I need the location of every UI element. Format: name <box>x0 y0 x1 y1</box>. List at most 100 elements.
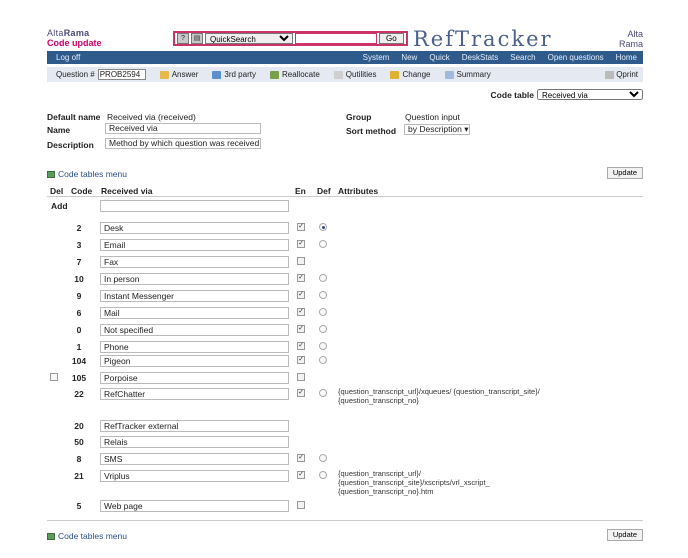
code-tables-menu-link-bottom[interactable]: Code tables menu <box>47 531 127 541</box>
brand-alta: Alta <box>47 28 64 38</box>
row-code: 0 <box>76 325 82 335</box>
row-name-input[interactable]: Vriplus <box>100 470 289 482</box>
qprint-button[interactable]: Qprint <box>605 70 638 79</box>
row-code: 8 <box>76 454 82 464</box>
nav-new[interactable]: New <box>401 53 417 62</box>
header-name: Received via <box>101 186 153 196</box>
row-name-input[interactable]: Email <box>100 239 289 251</box>
default-radio[interactable] <box>319 389 327 397</box>
group-label: Group <box>346 112 372 122</box>
default-radio[interactable] <box>319 471 327 479</box>
search-input[interactable] <box>295 33 377 44</box>
header-del: Del <box>50 186 64 196</box>
default-radio[interactable] <box>319 308 327 316</box>
nav-deskstats[interactable]: DeskStats <box>462 53 498 62</box>
default-radio[interactable] <box>319 240 327 248</box>
printer-icon <box>605 70 615 79</box>
row-code: 5 <box>76 501 82 511</box>
summary-icon <box>444 70 454 79</box>
row-name-input[interactable]: Desk <box>100 222 289 234</box>
reallocate-button[interactable]: Reallocate <box>269 70 320 79</box>
row-code: 10 <box>74 274 84 284</box>
default-name-value: Received via (received) <box>107 112 196 122</box>
third-party-button[interactable]: 3rd party <box>212 70 256 79</box>
enabled-checkbox[interactable]: ✓ <box>297 291 305 299</box>
row-name-input[interactable]: Pigeon <box>100 355 289 367</box>
nav-home[interactable]: Home <box>616 53 637 62</box>
enabled-checkbox[interactable]: ✓ <box>297 223 305 231</box>
default-radio[interactable] <box>319 325 327 333</box>
row-name-input[interactable]: SMS <box>100 453 289 465</box>
enabled-checkbox[interactable]: ✓ <box>297 389 305 397</box>
logoff-link[interactable]: Log off <box>56 53 80 62</box>
default-radio[interactable] <box>319 342 327 350</box>
search-type-select[interactable]: QuickSearch <box>205 33 293 44</box>
header-code: Code <box>71 186 93 196</box>
enabled-checkbox[interactable]: ✓ <box>297 308 305 316</box>
summary-button[interactable]: Summary <box>444 70 491 79</box>
header-divider <box>47 196 643 197</box>
enabled-checkbox[interactable] <box>297 257 305 265</box>
row-name-input[interactable]: Relais <box>100 436 289 448</box>
row-code: 1 <box>76 342 82 352</box>
table-header: Del Code Received via En Def Attributes <box>47 184 643 196</box>
update-button-bottom[interactable]: Update <box>606 529 643 541</box>
enabled-checkbox[interactable]: ✓ <box>297 240 305 248</box>
update-button-top[interactable]: Update <box>606 167 643 179</box>
row-name-input[interactable]: Instant Messenger <box>100 290 289 302</box>
enabled-checkbox[interactable] <box>297 373 305 381</box>
answer-button[interactable]: Answer <box>159 70 198 79</box>
default-radio[interactable] <box>319 356 327 364</box>
default-radio[interactable] <box>319 291 327 299</box>
row-name-input[interactable]: Fax <box>100 256 289 268</box>
reftracker-logo: RefTracker <box>413 27 553 51</box>
enabled-checkbox[interactable]: ✓ <box>297 471 305 479</box>
altarama-logo: Alta Rama <box>619 29 643 49</box>
enabled-checkbox[interactable]: ✓ <box>297 325 305 333</box>
row-code: 50 <box>74 437 84 447</box>
quicksearch-bar: ? ▤ QuickSearch Go <box>173 31 408 46</box>
brand-rama: Rama <box>63 28 90 38</box>
row-name-input[interactable]: Phone <box>100 341 289 353</box>
qutilities-button[interactable]: Qutilities <box>333 70 376 79</box>
default-radio[interactable] <box>319 454 327 462</box>
qutilities-icon <box>333 70 343 79</box>
enabled-checkbox[interactable]: ✓ <box>297 274 305 282</box>
navbar-items: System New Quick DeskStats Search Open q… <box>357 53 643 62</box>
question-number-input[interactable]: PROB2594 <box>97 69 146 80</box>
search-type-icon[interactable]: ▤ <box>191 33 203 44</box>
enabled-checkbox[interactable]: ✓ <box>297 356 305 364</box>
enabled-checkbox[interactable]: ✓ <box>297 342 305 350</box>
row-name-input[interactable]: Not specified <box>100 324 289 336</box>
code-table-select[interactable]: Received via <box>537 89 643 100</box>
description-input[interactable]: Method by which question was received <box>105 138 261 149</box>
enabled-checkbox[interactable]: ✓ <box>297 454 305 462</box>
sort-method-select[interactable]: by Description ▾ <box>404 124 470 135</box>
name-label: Name <box>47 125 71 135</box>
code-tables-menu-link-top[interactable]: Code tables menu <box>47 169 127 179</box>
help-icon[interactable]: ? <box>177 33 189 44</box>
row-name-input[interactable]: RefTracker external <box>100 420 289 432</box>
nav-quick[interactable]: Quick <box>429 53 449 62</box>
nav-system[interactable]: System <box>363 53 390 62</box>
name-input[interactable]: Received via <box>105 123 261 134</box>
row-name-input[interactable]: Mail <box>100 307 289 319</box>
header-en: En <box>295 186 306 196</box>
enabled-checkbox[interactable] <box>297 501 305 509</box>
row-name-input[interactable]: Web page <box>100 500 289 512</box>
nav-open-questions[interactable]: Open questions <box>548 53 604 62</box>
row-name-input[interactable]: In person <box>100 273 289 285</box>
add-code-input[interactable] <box>100 200 289 212</box>
reallocate-icon <box>269 70 279 79</box>
change-button[interactable]: Change <box>390 70 431 79</box>
nav-search[interactable]: Search <box>510 53 535 62</box>
brand: AltaRama Code update <box>47 28 102 48</box>
description-label: Description <box>47 140 94 150</box>
default-radio[interactable] <box>319 223 327 231</box>
row-name-input[interactable]: RefChatter <box>100 388 289 400</box>
page-subtitle: Code update <box>47 38 102 48</box>
default-radio[interactable] <box>319 274 327 282</box>
row-name-input[interactable]: Porpoise <box>100 372 289 384</box>
search-go-button[interactable]: Go <box>379 33 404 44</box>
delete-checkbox[interactable] <box>50 373 58 381</box>
